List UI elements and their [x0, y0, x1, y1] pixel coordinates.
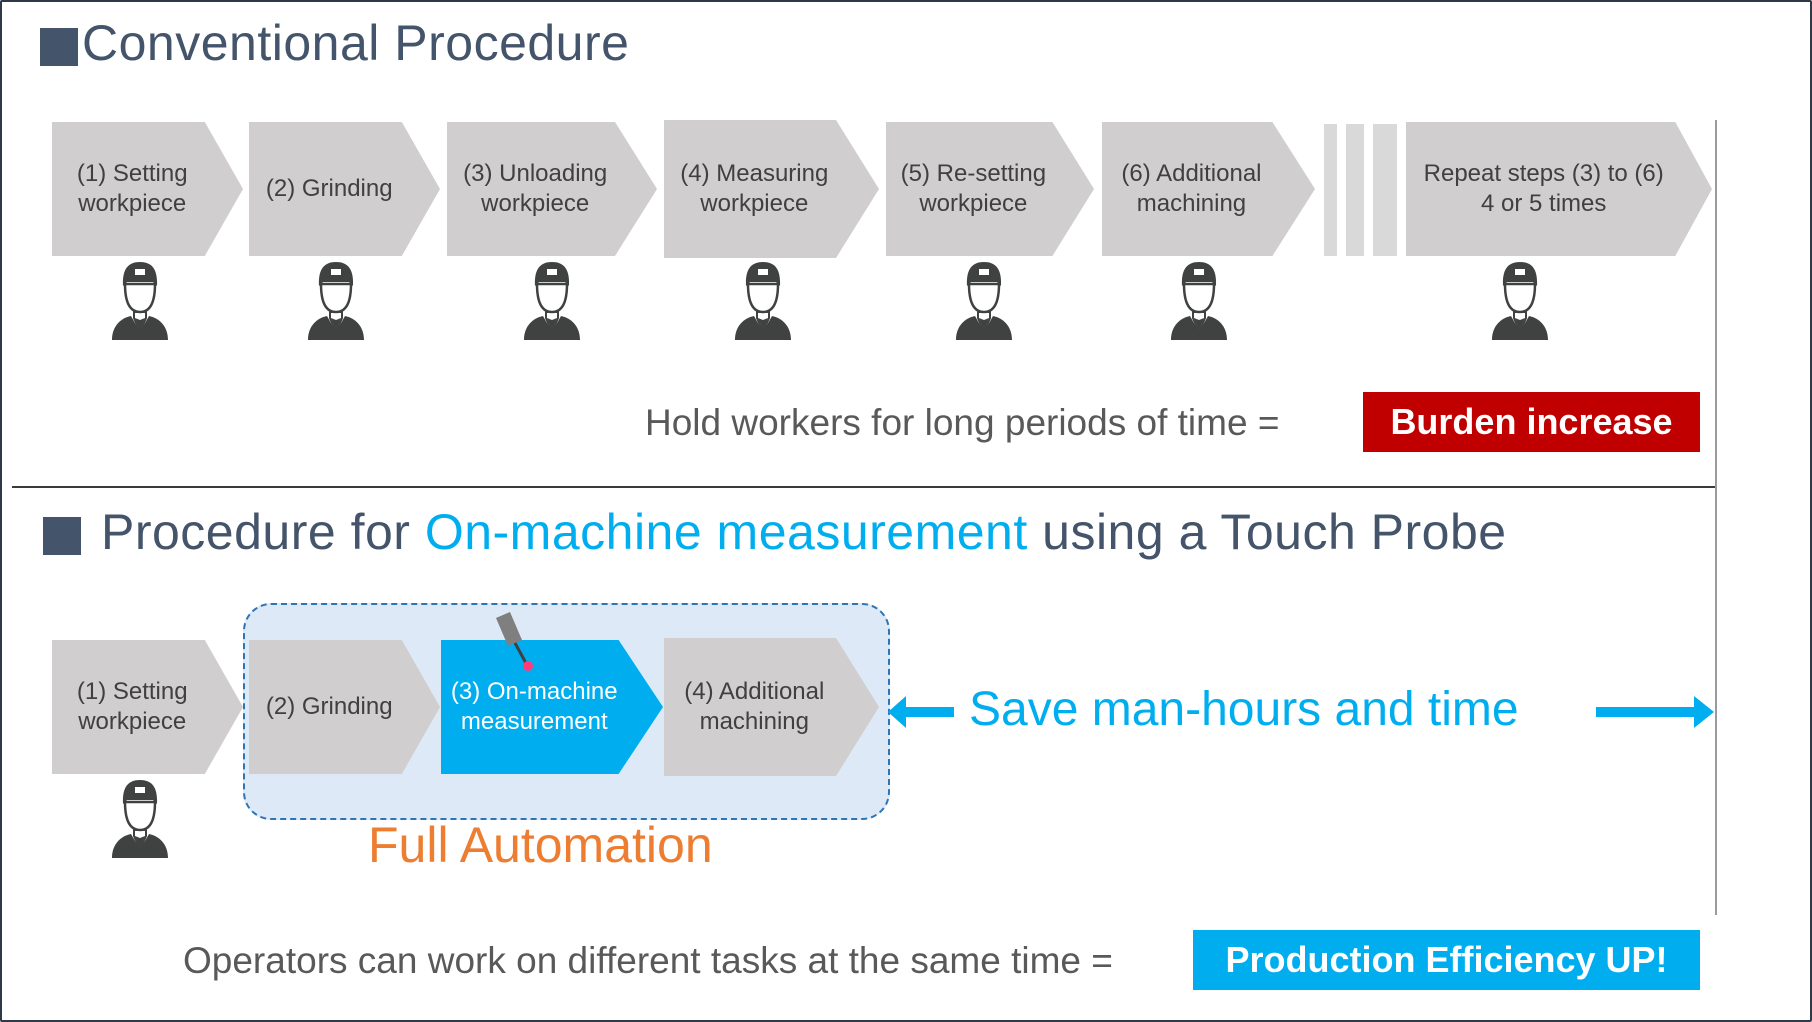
probe-step-3: (3) On-machine measurement	[441, 640, 663, 774]
title-square-icon	[40, 27, 78, 66]
probe-step-1: (1) Setting workpiece	[52, 640, 243, 774]
worker-icon	[733, 260, 793, 342]
step-label: (4) Additional machining	[684, 678, 825, 735]
worker-icon	[1169, 260, 1229, 342]
production-efficiency-badge: Production Efficiency UP!	[1193, 930, 1700, 990]
conv-step-3: (3) Unloading workpiece	[447, 122, 657, 256]
conv-step-2: (2) Grinding	[249, 122, 440, 256]
right-guide-line	[1715, 120, 1717, 915]
step-label: (4) Measuring workpiece	[680, 160, 829, 217]
ellipsis-bar-3	[1373, 124, 1397, 256]
probe-step-2: (2) Grinding	[249, 640, 440, 774]
conv-step-repeat: Repeat steps (3) to (6) 4 or 5 times	[1406, 122, 1712, 256]
step-label: (3) On-machine measurement	[450, 678, 618, 735]
worker-icon	[522, 260, 582, 342]
touch-probe-title: Procedure for On-machine measurement usi…	[43, 503, 1507, 561]
burden-increase-badge: Burden increase	[1363, 392, 1700, 452]
section-divider	[12, 486, 1716, 488]
conventional-title: Conventional Procedure	[40, 14, 629, 72]
step-label: (6) Additional machining	[1121, 160, 1262, 217]
conv-step-4: (4) Measuring workpiece	[664, 120, 879, 258]
ellipsis-bar-2	[1346, 124, 1364, 256]
probe-step-4: (4) Additional machining	[664, 638, 879, 776]
title-prefix: Procedure for	[101, 504, 425, 560]
conv-step-1: (1) Setting workpiece	[52, 122, 243, 256]
worker-icon	[1490, 260, 1550, 342]
step-label: (2) Grinding	[265, 175, 393, 202]
ellipsis-bar-1	[1324, 124, 1337, 256]
conventional-title-text: Conventional Procedure	[82, 15, 630, 71]
title-square-icon	[43, 516, 81, 555]
step-label: (1) Setting workpiece	[76, 678, 188, 735]
title-suffix: using a Touch Probe	[1027, 504, 1507, 560]
conv-step-5: (5) Re-setting workpiece	[886, 122, 1094, 256]
step-label: Repeat steps (3) to (6) 4 or 5 times	[1423, 160, 1664, 217]
worker-icon	[954, 260, 1014, 342]
full-automation-label: Full Automation	[368, 817, 713, 873]
worker-icon	[110, 778, 170, 860]
step-label: (2) Grinding	[265, 693, 393, 720]
touch-probe-statement: Operators can work on different tasks at…	[183, 940, 1113, 981]
touch-probe-icon	[496, 612, 533, 671]
save-man-hours-label: Save man-hours and time	[969, 683, 1519, 736]
worker-icon	[306, 260, 366, 342]
step-label: (3) Unloading workpiece	[463, 160, 608, 217]
title-highlight: On-machine measurement	[424, 504, 1028, 560]
worker-icon	[110, 260, 170, 342]
conventional-statement: Hold workers for long periods of time =	[645, 402, 1280, 443]
conv-step-6: (6) Additional machining	[1102, 122, 1315, 256]
step-label: (5) Re-setting workpiece	[900, 160, 1047, 217]
step-label: (1) Setting workpiece	[76, 160, 188, 217]
